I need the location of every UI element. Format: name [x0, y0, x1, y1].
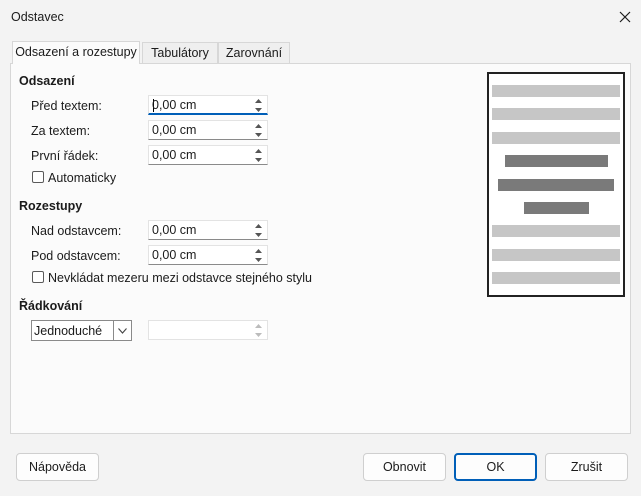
line-spacing-value-field	[148, 320, 268, 340]
before-text-field[interactable]: 0,00 cm	[148, 95, 268, 115]
reset-button[interactable]: Obnovit	[363, 453, 446, 481]
preview-line-current	[505, 155, 608, 167]
tab-tabs[interactable]: Tabulátory	[142, 42, 218, 63]
tab-indents-spacing[interactable]: Odsazení a rozestupy	[12, 41, 140, 64]
arrow-down-icon	[255, 257, 262, 262]
arrow-up-icon	[255, 248, 262, 253]
arrow-up-icon	[255, 323, 262, 328]
tab-alignment[interactable]: Zarovnání	[218, 42, 290, 63]
arrow-down-icon	[255, 157, 262, 162]
first-line-increment[interactable]	[251, 146, 266, 155]
above-paragraph-field[interactable]: 0,00 cm	[148, 220, 268, 240]
arrow-down-icon	[255, 107, 262, 112]
preview-line-current	[498, 179, 614, 191]
first-line-value: 0,00 cm	[152, 148, 197, 162]
above-paragraph-increment[interactable]	[251, 221, 266, 230]
preview-line	[492, 108, 620, 120]
before-text-label: Před textem:	[31, 99, 102, 113]
dropdown-toggle[interactable]	[113, 321, 131, 340]
first-line-label: První řádek:	[31, 149, 99, 163]
ok-button[interactable]: OK	[454, 453, 537, 481]
auto-label[interactable]: Automaticky	[48, 171, 116, 185]
preview-line	[492, 132, 620, 144]
arrow-down-icon	[255, 232, 262, 237]
before-text-value: 0,00 cm	[152, 98, 197, 112]
before-text-decrement[interactable]	[251, 105, 266, 114]
after-text-label: Za textem:	[31, 124, 91, 138]
arrow-up-icon	[255, 123, 262, 128]
line-spacing-decrement	[251, 330, 266, 339]
above-paragraph-decrement[interactable]	[251, 230, 266, 239]
before-text-increment[interactable]	[251, 96, 266, 105]
no-space-checkbox[interactable]	[32, 271, 44, 283]
indent-heading: Odsazení	[19, 74, 75, 88]
first-line-decrement[interactable]	[251, 155, 266, 164]
below-paragraph-decrement[interactable]	[251, 255, 266, 264]
below-paragraph-increment[interactable]	[251, 246, 266, 255]
preview-line	[492, 249, 620, 261]
title-bar: Odstavec	[0, 0, 641, 34]
close-icon	[619, 11, 631, 23]
paragraph-preview	[487, 72, 625, 297]
window-title: Odstavec	[11, 10, 64, 24]
close-button[interactable]	[612, 4, 638, 30]
after-text-field[interactable]: 0,00 cm	[148, 120, 268, 140]
below-paragraph-label: Pod odstavcem:	[31, 249, 121, 263]
arrow-down-icon	[255, 332, 262, 337]
cancel-button[interactable]: Zrušit	[545, 453, 628, 481]
above-paragraph-value: 0,00 cm	[152, 223, 197, 237]
line-spacing-select[interactable]: Jednoduché	[31, 320, 132, 341]
chevron-down-icon	[118, 327, 127, 334]
arrow-up-icon	[255, 148, 262, 153]
line-spacing-increment	[251, 321, 266, 330]
first-line-field[interactable]: 0,00 cm	[148, 145, 268, 165]
above-paragraph-label: Nad odstavcem:	[31, 224, 122, 238]
line-spacing-heading: Řádkování	[19, 299, 83, 313]
auto-checkbox[interactable]	[32, 171, 44, 183]
preview-line	[492, 85, 620, 97]
below-paragraph-field[interactable]: 0,00 cm	[148, 245, 268, 265]
after-text-decrement[interactable]	[251, 130, 266, 139]
preview-line	[492, 225, 620, 237]
arrow-up-icon	[255, 98, 262, 103]
help-button[interactable]: Nápověda	[16, 453, 99, 481]
arrow-up-icon	[255, 223, 262, 228]
below-paragraph-value: 0,00 cm	[152, 248, 197, 262]
line-spacing-selected: Jednoduché	[34, 324, 103, 338]
spacing-heading: Rozestupy	[19, 199, 83, 213]
arrow-down-icon	[255, 132, 262, 137]
preview-line	[492, 272, 620, 284]
no-space-label[interactable]: Nevkládat mezeru mezi odstavce stejného …	[48, 271, 312, 285]
after-text-increment[interactable]	[251, 121, 266, 130]
after-text-value: 0,00 cm	[152, 123, 197, 137]
preview-line-current	[524, 202, 589, 214]
